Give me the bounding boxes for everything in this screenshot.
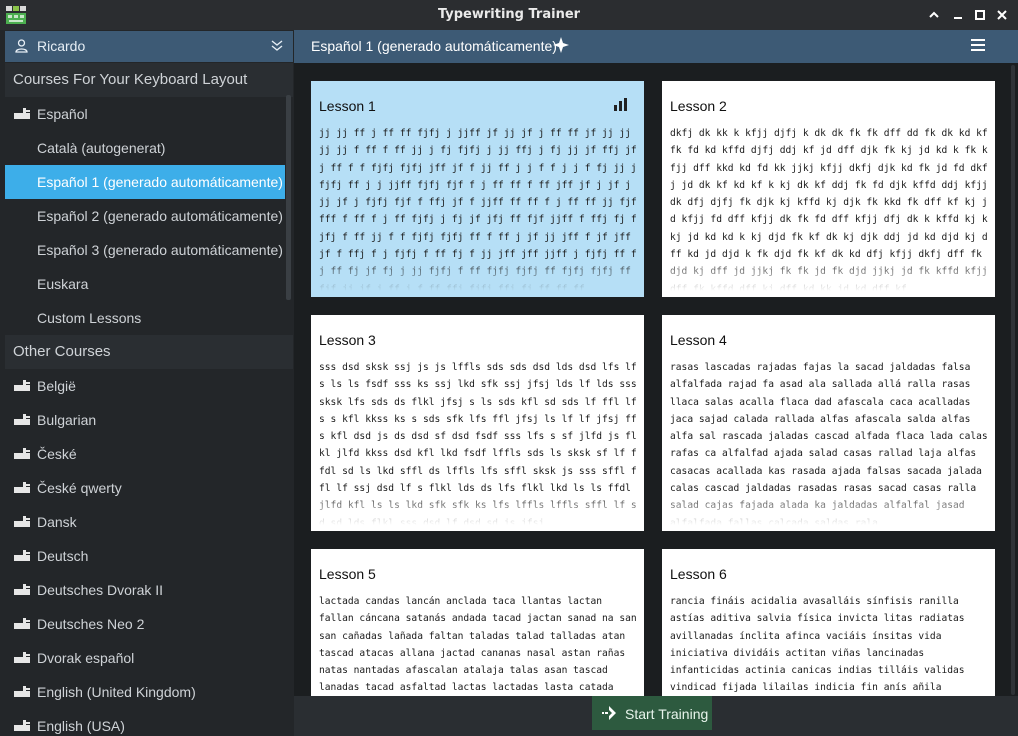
lesson-card[interactable]: Lesson 4 rasas lascadas rajadas fajas la…	[662, 315, 995, 531]
lesson-card[interactable]: Lesson 5 lactada candas lancán anclada t…	[311, 549, 644, 696]
sidebar-item-other-course[interactable]: České	[5, 437, 285, 471]
sidebar-item-label: Dvorak español	[37, 650, 135, 666]
sidebar-item-other-course[interactable]: Bulgarian	[5, 403, 285, 437]
start-training-label: Start Training	[625, 706, 709, 722]
keyboard-icon	[14, 686, 30, 697]
sidebar-item-other-course[interactable]: Deutsches Neo 2	[5, 607, 285, 641]
sidebar-item-other-course[interactable]: English (USA)	[5, 709, 285, 736]
sidebar-item-other-course[interactable]: Dvorak español	[5, 641, 285, 675]
sidebar-item-label: English (United Kingdom)	[37, 684, 196, 700]
keyboard-icon	[14, 414, 30, 425]
lesson-grid-scrollbar[interactable]	[1008, 63, 1018, 696]
lesson-text: lactada candas lancán anclada taca llant…	[319, 596, 637, 694]
sidebar-item-euskara[interactable]: Euskara	[5, 267, 285, 301]
close-icon	[997, 10, 1007, 20]
keyboard-icon	[14, 448, 30, 459]
sidebar-item-label: České qwerty	[37, 480, 122, 496]
keyboard-icon	[14, 516, 30, 527]
lesson-grid: Lesson 1 jj jj ff j ff ff fjfj j jjff jf…	[294, 63, 1008, 696]
sidebar-item-label: België	[37, 378, 76, 394]
sidebar-item-label: Custom Lessons	[37, 310, 142, 326]
statistics-icon[interactable]	[614, 98, 627, 111]
sidebar-item-label: České	[37, 446, 77, 462]
sidebar-item-custom-lessons[interactable]: Custom Lessons	[5, 301, 285, 335]
sidebar-course-scrollbar[interactable]	[286, 95, 291, 300]
sidebar-item-label: Euskara	[37, 276, 89, 292]
section-header-other: Other Courses	[5, 335, 293, 369]
sidebar-item-label: Deutsch	[37, 548, 89, 564]
keyboard-icon	[14, 550, 30, 561]
sidebar-item-other-course[interactable]: Dansk	[5, 505, 285, 539]
course-title: Español 1 (generado automáticamente)	[311, 38, 557, 54]
sidebar-item-label: Dansk	[37, 514, 77, 530]
sidebar-item-label: English (USA)	[37, 718, 125, 734]
sidebar-item-espanol[interactable]: Español	[5, 97, 285, 131]
minimize-button[interactable]	[950, 7, 966, 23]
lesson-card[interactable]: Lesson 1 jj jj ff j ff ff fjfj j jjff jf…	[311, 81, 644, 297]
lesson-title: Lesson 5	[319, 566, 376, 582]
lesson-card[interactable]: Lesson 3 sss dsd sksk ssj js js lffls sd…	[311, 315, 644, 531]
keyboard-icon	[14, 618, 30, 629]
lesson-card[interactable]: Lesson 2 dkfj dk kk k kfjj djfj k dk dk …	[662, 81, 995, 297]
lesson-title: Lesson 4	[670, 332, 727, 348]
lesson-text: rancia fináis acidalia avasalláis sínfis…	[670, 596, 965, 694]
sidebar-item-label: Español	[37, 106, 88, 122]
user-icon	[15, 39, 28, 53]
sidebar-item-other-course[interactable]: České qwerty	[5, 471, 285, 505]
sidebar-item-espanol-2[interactable]: Español 2 (generado automáticamente)	[5, 199, 285, 233]
profile-selector[interactable]: Ricardo	[5, 31, 293, 62]
sidebar-item-label: Español 3 (generado automáticamente)	[37, 242, 283, 258]
close-button[interactable]	[994, 7, 1010, 23]
start-training-button[interactable]: Start Training	[592, 696, 712, 730]
double-chevron-down-icon	[271, 40, 283, 51]
hamburger-menu-icon[interactable]	[971, 39, 985, 51]
keyboard-icon	[14, 482, 30, 493]
chevron-up-icon	[929, 11, 939, 18]
maximize-button[interactable]	[972, 7, 988, 23]
sidebar-item-other-course[interactable]: Deutsches Dvorak II	[5, 573, 285, 607]
profile-name: Ricardo	[37, 38, 86, 54]
sidebar-item-other-course[interactable]: English (United Kingdom)	[5, 675, 285, 709]
title-bar: Typewriting Trainer	[0, 0, 1018, 30]
window-title: Typewriting Trainer	[437, 7, 581, 22]
sidebar-item-other-course[interactable]: Deutsch	[5, 539, 285, 573]
lesson-title: Lesson 6	[670, 566, 727, 582]
lesson-title: Lesson 2	[670, 98, 727, 114]
sidebar-item-label: Català (autogenerat)	[37, 140, 166, 156]
lesson-title: Lesson 3	[319, 332, 376, 348]
keyboard-icon	[14, 720, 30, 731]
sidebar-item-other-course[interactable]: België	[5, 369, 285, 403]
sidebar: Ricardo Courses For Your Keyboard Layout…	[0, 30, 294, 736]
lesson-title: Lesson 1	[319, 98, 376, 114]
sidebar-item-catala[interactable]: Català (autogenerat)	[5, 131, 285, 165]
sidebar-item-label: Español 1 (generado automáticamente)	[37, 174, 283, 190]
keep-above-button[interactable]	[926, 7, 942, 23]
footer-bar: Start Training	[294, 696, 1018, 736]
sidebar-item-label: Deutsches Dvorak II	[37, 582, 164, 598]
sidebar-item-espanol-3[interactable]: Español 3 (generado automáticamente)	[5, 233, 285, 267]
sidebar-item-label: Deutsches Neo 2	[37, 616, 145, 632]
course-header: Español 1 (generado automáticamente)	[294, 30, 1018, 63]
app-window: Typewriting Trainer Ricardo Courses For …	[0, 0, 1018, 736]
lesson-card[interactable]: Lesson 6 rancia fináis acidalia avasallá…	[662, 549, 995, 696]
start-arrow-icon	[602, 706, 616, 720]
keyboard-icon	[14, 652, 30, 663]
minimize-icon	[954, 17, 962, 19]
keyboard-icon	[14, 584, 30, 595]
keyboard-icon	[14, 380, 30, 391]
section-header-courses: Courses For Your Keyboard Layout	[5, 63, 293, 97]
maximize-icon	[975, 10, 985, 20]
sidebar-item-label: Bulgarian	[37, 412, 97, 428]
sidebar-item-espanol-1[interactable]: Español 1 (generado automáticamente)	[5, 165, 285, 199]
sparkle-icon[interactable]	[553, 37, 569, 53]
sidebar-item-label: Español 2 (generado automáticamente)	[37, 208, 283, 224]
keyboard-icon	[14, 108, 30, 119]
